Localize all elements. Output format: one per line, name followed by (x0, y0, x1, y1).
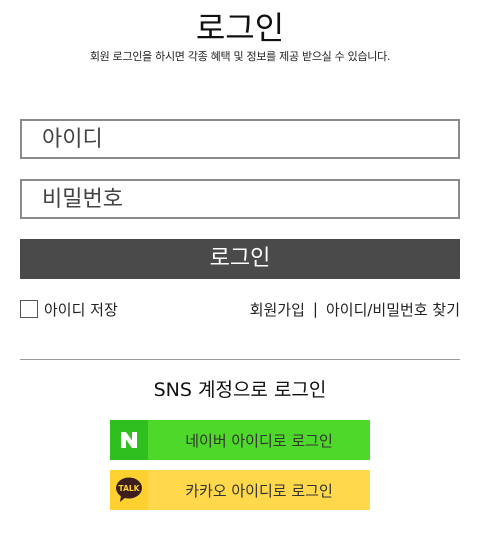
id-input[interactable] (22, 121, 458, 157)
sns-login-title: SNS 계정으로 로그인 (153, 379, 327, 401)
password-field-box (20, 179, 460, 219)
kakao-login-label: 카카오 아이디로 로그인 (185, 481, 333, 500)
login-button[interactable]: 로그인 (20, 239, 460, 279)
page-subtitle: 회원 로그인을 하시면 각종 혜택 및 정보를 제공 받으실 수 있습니다. (89, 50, 391, 63)
remember-id-option[interactable]: 아이디 저장 (20, 298, 118, 320)
login-page: 로그인 회원 로그인을 하시면 각종 혜택 및 정보를 제공 받으실 수 있습니… (0, 0, 480, 560)
naver-logo-icon (110, 420, 148, 460)
find-account-link[interactable]: 아이디/비밀번호 찾기 (326, 299, 460, 320)
naver-login-label: 네이버 아이디로 로그인 (185, 431, 333, 450)
remember-id-label: 아이디 저장 (44, 300, 118, 319)
kakao-talk-logo-icon: TALK (110, 470, 148, 510)
links-separator: | (312, 300, 318, 318)
page-title: 로그인 (195, 9, 285, 47)
id-field-box (20, 119, 460, 159)
kakao-logo-text: TALK (119, 484, 141, 493)
account-links: 회원가입 | 아이디/비밀번호 찾기 (250, 298, 460, 320)
kakao-login-button[interactable]: TALK 카카오 아이디로 로그인 (110, 470, 370, 510)
naver-login-button[interactable]: 네이버 아이디로 로그인 (110, 420, 370, 460)
section-divider (20, 359, 460, 360)
password-input[interactable] (22, 181, 458, 217)
join-link[interactable]: 회원가입 (250, 299, 305, 320)
remember-id-checkbox[interactable] (20, 300, 38, 318)
